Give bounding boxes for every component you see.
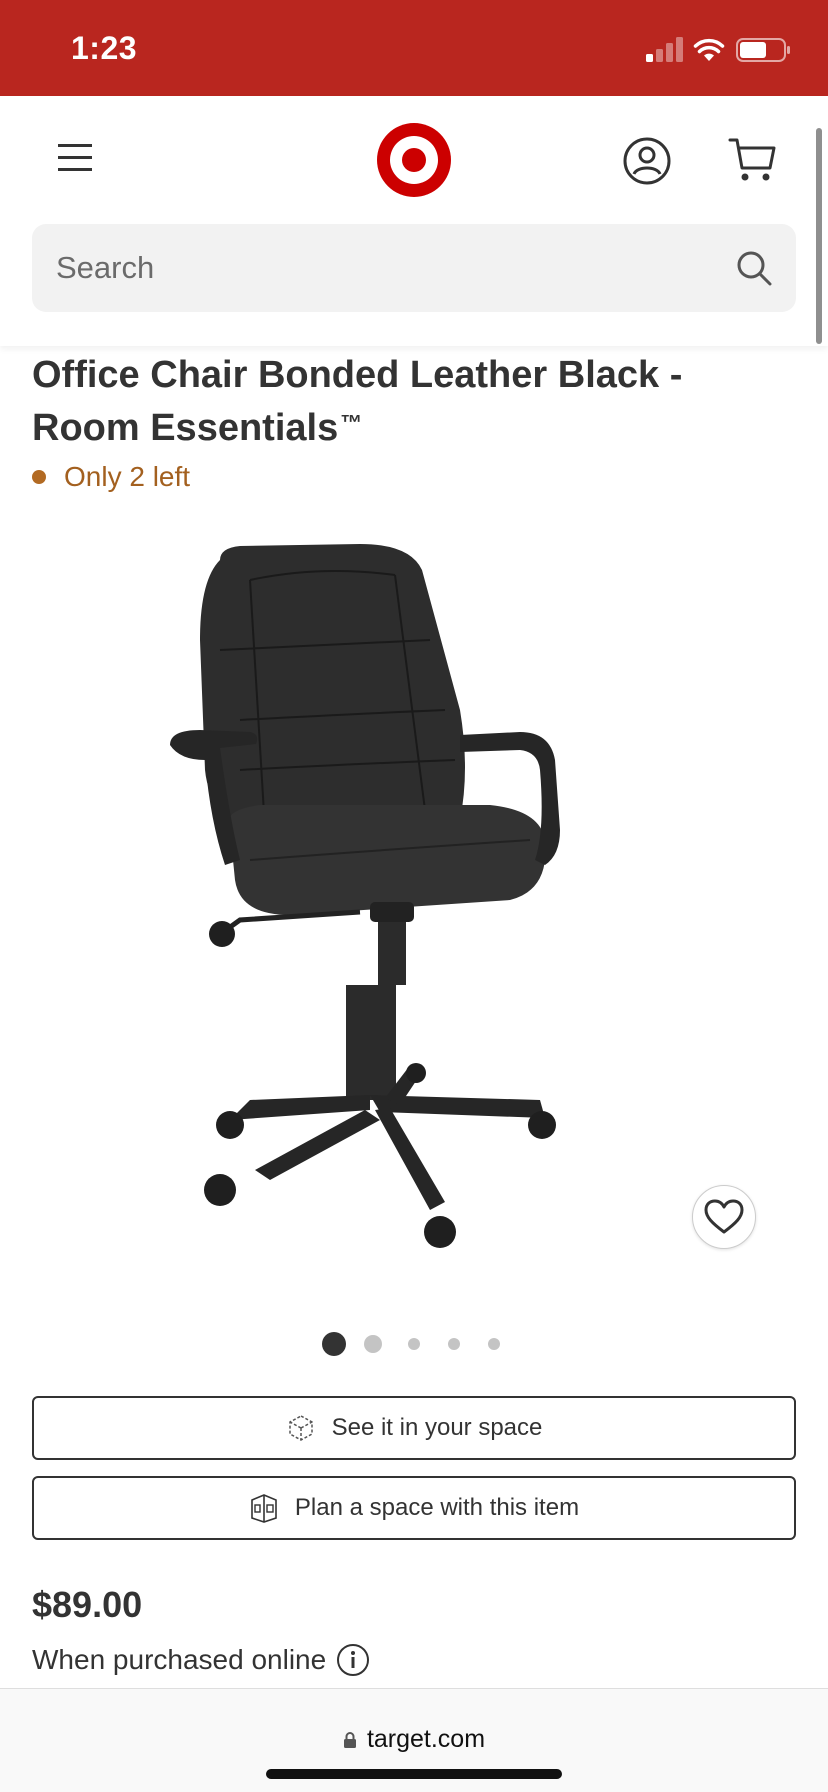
- product-title: Office Chair Bonded Leather Black - Room…: [32, 352, 792, 452]
- hamburger-menu-icon[interactable]: [56, 142, 96, 174]
- trademark-symbol: ™: [340, 410, 363, 435]
- price-note: When purchased online: [32, 1640, 370, 1680]
- plan-a-space-label: Plan a space with this item: [294, 1494, 580, 1521]
- carousel-dot[interactable]: [488, 1338, 500, 1350]
- ar-cube-icon: [288, 1415, 313, 1441]
- status-icons: [646, 37, 790, 62]
- carousel-dots: [0, 1330, 828, 1358]
- office-chair-image[interactable]: [160, 520, 680, 1280]
- url-display[interactable]: target.com: [0, 1725, 828, 1754]
- info-icon[interactable]: [336, 1643, 370, 1677]
- search-box: [32, 224, 796, 312]
- browser-address-bar[interactable]: target.com: [0, 1688, 828, 1792]
- wifi-icon: [693, 38, 725, 61]
- lock-icon: [343, 1731, 356, 1748]
- scrollbar[interactable]: [816, 128, 822, 344]
- search-input[interactable]: [56, 224, 716, 312]
- carousel-dot[interactable]: [322, 1332, 346, 1356]
- search-icon[interactable]: [734, 248, 774, 288]
- carousel-dot[interactable]: [448, 1338, 460, 1350]
- target-bullseye-logo[interactable]: [377, 123, 451, 197]
- stock-status-text: Only 2 left: [64, 461, 191, 492]
- see-in-your-space-label: See it in your space: [331, 1414, 543, 1441]
- home-indicator[interactable]: [266, 1769, 562, 1779]
- stock-status: Only 2 left: [32, 460, 190, 494]
- site-header: [0, 96, 828, 346]
- url-text: target.com: [366, 1725, 486, 1753]
- product-price: $89.00: [32, 1584, 143, 1625]
- price-note-text: When purchased online: [32, 1644, 327, 1675]
- status-bar: 1:23: [0, 0, 828, 96]
- battery-icon: [736, 38, 790, 62]
- account-icon[interactable]: [622, 136, 672, 186]
- signal-icon: [646, 37, 683, 62]
- cart-icon[interactable]: [728, 136, 778, 182]
- heart-icon: [704, 1199, 744, 1234]
- room-planner-icon: [251, 1494, 277, 1523]
- favorite-button[interactable]: [692, 1185, 756, 1249]
- plan-a-space-button[interactable]: Plan a space with this item: [32, 1476, 796, 1540]
- stock-dot-icon: [32, 470, 46, 484]
- status-time: 1:23: [71, 30, 138, 66]
- carousel-dot[interactable]: [408, 1338, 420, 1350]
- carousel-dot[interactable]: [364, 1335, 382, 1353]
- see-in-your-space-button[interactable]: See it in your space: [32, 1396, 796, 1460]
